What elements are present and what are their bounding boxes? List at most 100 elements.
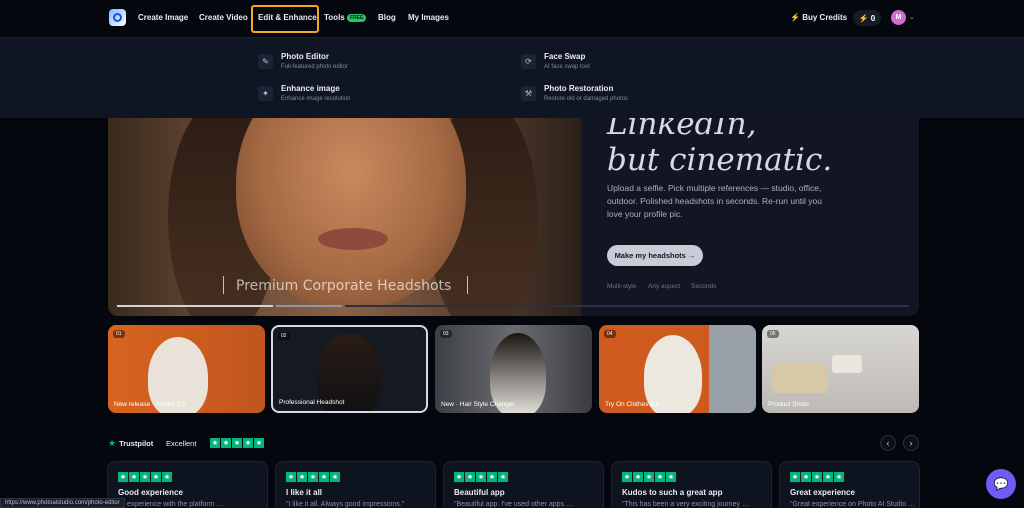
star-icon: ★ [254, 438, 264, 448]
nav-create-image[interactable]: Create Image [138, 13, 188, 22]
review-text: "I like it all. Always good impressions.… [286, 501, 405, 508]
chevron-left-icon[interactable]: ‹ [880, 435, 896, 451]
star-icon: ★ [221, 438, 231, 448]
star-icon: ★ [330, 472, 340, 482]
camera-icon [113, 13, 122, 22]
credits-counter[interactable]: ⚡ 0 [853, 10, 881, 26]
bolt-icon: ⚡ [790, 13, 800, 22]
hero-tag: Any aspect [648, 283, 681, 290]
star-icon: ★ [655, 472, 665, 482]
review-card: ★ ★ ★ ★ ★ Great experience "Great experience… [779, 461, 920, 508]
trustpilot-logo[interactable]: ★ Trustpilot [108, 437, 153, 449]
review-title: Kudos to such a great app [622, 488, 723, 497]
hero-title: LinkedIn, but cinematic. [607, 118, 832, 178]
review-text: "Beautiful app. I've used other apps … [454, 501, 574, 508]
buy-credits-link[interactable]: ⚡ Buy Credits [790, 13, 847, 22]
buy-credits-label: Buy Credits [802, 13, 848, 22]
menu-item-title: Face Swap [544, 52, 586, 61]
menu-item-photo-restoration[interactable]: ⚒ Photo Restoration Restore old or damage… [521, 84, 628, 102]
rating-stars: ★ ★ ★ ★ ★ [454, 472, 593, 482]
star-icon: ★ [319, 472, 329, 482]
slide-progress[interactable] [345, 305, 909, 307]
card-label: New release · Studio 3.0 [114, 401, 186, 408]
review-title: Beautiful app [454, 488, 505, 497]
swap-icon: ⟳ [521, 54, 536, 69]
credits-value: 0 [870, 13, 876, 23]
chevron-right-icon[interactable]: › [903, 435, 919, 451]
star-icon: ★ [644, 472, 654, 482]
star-icon: ★ [162, 472, 172, 482]
menu-item-photo-editor[interactable]: ✎ Photo Editor Full-featured photo editor [258, 52, 348, 70]
menu-item-title: Enhance image [281, 84, 340, 93]
nav-my-images[interactable]: My Images [408, 13, 449, 22]
app-logo[interactable] [109, 9, 126, 26]
nav-blog[interactable]: Blog [378, 13, 396, 22]
slide-progress-active[interactable] [117, 305, 273, 307]
star-icon: ★ [812, 472, 822, 482]
card-number: 05 [767, 330, 779, 338]
rating-text: Excellent [166, 439, 197, 448]
review-title: Great experience [790, 488, 855, 497]
avatar[interactable]: M [891, 10, 906, 25]
hero-tag: Seconds [691, 283, 717, 290]
feature-card-hair-style[interactable]: 03 New · Hair Style Changer [435, 325, 592, 413]
star-icon: ★ [666, 472, 676, 482]
feature-card-studio[interactable]: 01 New release · Studio 3.0 [108, 325, 265, 413]
hero-title-line: LinkedIn, [607, 118, 757, 142]
photo-caption: Premium Corporate Headshots [236, 278, 452, 294]
star-icon: ★ [465, 472, 475, 482]
menu-item-subtitle: AI face swap tool [544, 64, 590, 70]
card-number: 04 [604, 330, 616, 338]
review-title: I like it all [286, 488, 323, 497]
status-bar-url: https://www.photoaistudio.com/photo-edit… [0, 498, 125, 508]
menu-item-face-swap[interactable]: ⟳ Face Swap AI face swap tool [521, 52, 590, 70]
card-number: 02 [278, 332, 290, 340]
menu-item-enhance-image[interactable]: ✦ Enhance image Enhance image resolution [258, 84, 350, 102]
review-title: Good experience [118, 488, 183, 497]
star-icon: ★ [118, 472, 128, 482]
feature-card-headshot[interactable]: 02 Professional Headshot [271, 325, 428, 413]
hero-banner: Premium Corporate Headshots LinkedIn, bu… [108, 118, 919, 316]
star-icon: ★ [151, 472, 161, 482]
menu-item-title: Photo Editor [281, 52, 329, 61]
star-icon: ★ [476, 472, 486, 482]
hero-photo: Premium Corporate Headshots [108, 118, 581, 316]
review-card: ★ ★ ★ ★ ★ Kudos to such a great app "This ha… [611, 461, 772, 508]
review-card: ★ ★ ★ ★ ★ Good experience … experience with … [107, 461, 268, 508]
star-icon: ★ [790, 472, 800, 482]
nav-edit-enhance[interactable]: Edit & Enhance [258, 13, 317, 22]
nav-create-video[interactable]: Create Video [199, 13, 248, 22]
top-navigation: Create Image Create Video Edit & Enhance… [0, 0, 1024, 37]
rating-stars: ★ ★ ★ ★ ★ [790, 472, 909, 482]
menu-item-subtitle: Restore old or damaged photos [544, 96, 629, 102]
star-icon: ★ [297, 472, 307, 482]
chevron-down-icon[interactable]: ⌄ [909, 13, 915, 21]
star-icon: ★ [308, 472, 318, 482]
card-number: 01 [113, 330, 125, 338]
feature-card-product-shots[interactable]: 05 Product Shots [762, 325, 919, 413]
rating-stars: ★ ★ ★ ★ ★ [622, 472, 761, 482]
star-icon: ★ [232, 438, 242, 448]
make-headshots-button[interactable]: Make my headshots → [607, 245, 703, 266]
star-icon: ★ [498, 472, 508, 482]
feature-card-try-on[interactable]: 04 Try On Clothes 3.0 [599, 325, 756, 413]
star-icon: ★ [140, 472, 150, 482]
chat-bubble-icon: 💬 [993, 477, 1009, 491]
free-badge: FREE [347, 14, 367, 22]
trustpilot-star-icon: ★ [108, 437, 117, 448]
trustpilot-label: Trustpilot [119, 438, 154, 448]
nav-tools[interactable]: Tools [324, 13, 345, 22]
card-label: Try On Clothes 3.0 [605, 401, 660, 408]
menu-item-subtitle: Full-featured photo editor [281, 64, 349, 70]
star-icon: ★ [633, 472, 643, 482]
slide-progress[interactable] [276, 305, 342, 307]
rating-stars: ★ ★ ★ ★ ★ [210, 438, 264, 448]
review-text: "Great experience on Photo AI Studio … [790, 501, 916, 508]
review-text: "This has been a very exciting journey … [622, 501, 749, 508]
edit-enhance-dropdown: ✎ Photo Editor Full-featured photo editor… [0, 37, 1024, 118]
chat-support-button[interactable]: 💬 [986, 469, 1016, 499]
star-icon: ★ [622, 472, 632, 482]
wrench-icon: ⚒ [521, 86, 536, 101]
card-label: Product Shots [768, 401, 809, 408]
menu-item-subtitle: Enhance image resolution [281, 96, 351, 102]
